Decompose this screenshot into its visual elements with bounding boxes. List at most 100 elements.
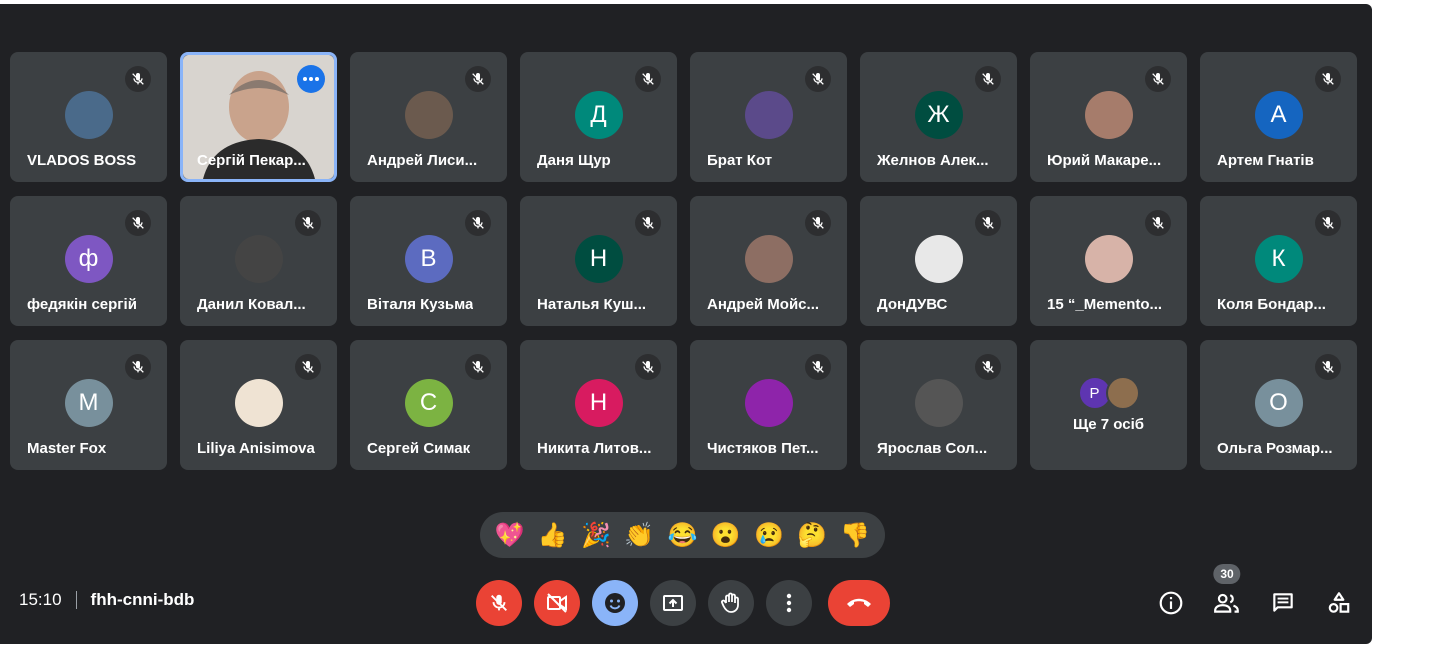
activities-button[interactable] — [1324, 588, 1354, 618]
mic-off-icon — [805, 210, 831, 236]
participant-name: Брат Кот — [707, 152, 773, 169]
mic-off-icon — [1315, 354, 1341, 380]
participant-tile[interactable]: С Сергей Симак — [350, 340, 507, 470]
meeting-details: 15:10 fhh-cnni-bdb — [19, 590, 194, 610]
participant-tile[interactable]: А Артем Гнатів — [1200, 52, 1357, 182]
more-options-button[interactable] — [766, 580, 812, 626]
avatar — [234, 235, 283, 283]
avatar — [744, 91, 793, 139]
emoji-icon — [603, 591, 627, 615]
meet-window: VLADOS BOSS Сергій Пекар... Андрей Лиси...… — [0, 4, 1372, 644]
avatar: Н — [574, 379, 623, 427]
camera-off-icon — [545, 591, 569, 615]
participant-tile[interactable]: ДонДУВС — [860, 196, 1017, 326]
avatar — [404, 91, 453, 139]
participant-name: федякін сергій — [27, 296, 137, 313]
reaction-button[interactable]: 👍 — [535, 517, 571, 553]
leave-call-button[interactable] — [828, 580, 890, 626]
side-controls: 30 — [1156, 564, 1354, 618]
more-participants-tile[interactable]: P Ще 7 осіб — [1030, 340, 1187, 470]
participant-name: Liliya Anisimova — [197, 440, 315, 457]
avatar: Д — [574, 91, 623, 139]
avatar: А — [1254, 91, 1303, 139]
mic-off-icon — [295, 354, 321, 380]
reaction-button[interactable]: 👎 — [837, 517, 873, 553]
participant-tile[interactable]: Андрей Мойс... — [690, 196, 847, 326]
participant-name: Ярослав Сол... — [877, 440, 988, 457]
mic-off-icon — [1145, 210, 1171, 236]
participant-tile[interactable]: Д Даня Щур — [520, 52, 677, 182]
participant-name: Коля Бондар... — [1217, 296, 1326, 313]
avatar — [64, 91, 113, 139]
avatar: В — [404, 235, 453, 283]
participant-tile[interactable]: Чистяков Пет... — [690, 340, 847, 470]
mic-off-button[interactable] — [476, 580, 522, 626]
participant-name: ДонДУВС — [877, 296, 948, 313]
people-icon — [1214, 593, 1239, 613]
participant-tile[interactable]: Н Никита Литов... — [520, 340, 677, 470]
reactions-button[interactable] — [592, 580, 638, 626]
avatar — [914, 379, 963, 427]
meeting-time: 15:10 — [19, 590, 62, 609]
meeting-code: fhh-cnni-bdb — [90, 590, 195, 609]
mic-off-icon — [635, 66, 661, 92]
participant-tile[interactable]: Liliya Anisimova — [180, 340, 337, 470]
participant-grid: VLADOS BOSS Сергій Пекар... Андрей Лиси...… — [10, 52, 1357, 470]
mic-off-icon — [805, 66, 831, 92]
participant-tile[interactable]: Ярослав Сол... — [860, 340, 1017, 470]
reaction-button[interactable]: 🎉 — [578, 517, 614, 553]
more-options-button[interactable] — [297, 65, 325, 93]
mic-off-icon — [635, 354, 661, 380]
avatar — [1105, 376, 1140, 410]
participant-tile[interactable]: 15 “_Memento... — [1030, 196, 1187, 326]
reaction-button[interactable]: 🤔 — [794, 517, 830, 553]
participant-tile[interactable]: Н Наталья Куш... — [520, 196, 677, 326]
camera-off-button[interactable] — [534, 580, 580, 626]
participant-tile[interactable]: Ж Желнов Алек... — [860, 52, 1017, 182]
participant-name: Артем Гнатів — [1217, 152, 1314, 169]
avatar — [744, 235, 793, 283]
avatar: О — [1254, 379, 1303, 427]
reaction-button[interactable]: 💖 — [492, 517, 528, 553]
participant-name: Сергій Пекар... — [197, 152, 306, 169]
reaction-button[interactable]: 😂 — [664, 517, 700, 553]
participant-tile[interactable]: Андрей Лиси... — [350, 52, 507, 182]
participant-tile[interactable]: Данил Ковал... — [180, 196, 337, 326]
divider — [75, 591, 77, 609]
avatar — [234, 379, 283, 427]
mic-off-icon — [125, 354, 151, 380]
reaction-button[interactable]: 👏 — [621, 517, 657, 553]
raise-hand-button[interactable] — [708, 580, 754, 626]
participant-tile[interactable]: M Master Fox — [10, 340, 167, 470]
call-controls — [476, 580, 890, 626]
participant-tile[interactable]: В Віталя Кузьма — [350, 196, 507, 326]
people-button[interactable]: 30 — [1212, 564, 1242, 618]
mic-off-icon — [1315, 66, 1341, 92]
participant-tile[interactable]: Брат Кот — [690, 52, 847, 182]
participant-name: Віталя Кузьма — [367, 296, 474, 313]
mic-off-icon — [975, 210, 1001, 236]
mic-off-icon — [635, 210, 661, 236]
participant-name: Андрей Лиси... — [367, 152, 478, 169]
participant-tile[interactable]: Сергій Пекар... — [180, 52, 337, 182]
avatar: К — [1254, 235, 1303, 283]
participant-name: Желнов Алек... — [877, 152, 989, 169]
mic-off-icon — [465, 210, 491, 236]
participant-tile[interactable]: ф федякін сергій — [10, 196, 167, 326]
participant-tile[interactable]: VLADOS BOSS — [10, 52, 167, 182]
participant-tile[interactable]: Юрий Макаре... — [1030, 52, 1187, 182]
participant-tile[interactable]: К Коля Бондар... — [1200, 196, 1357, 326]
reactions-bar: 💖 👍 🎉 👏 😂 😮 😢 🤔 👎 — [480, 512, 885, 558]
avatar — [1084, 235, 1133, 283]
more-vert-icon — [786, 593, 792, 613]
meeting-info-button[interactable] — [1156, 588, 1186, 618]
chat-button[interactable] — [1268, 588, 1298, 618]
mic-off-icon — [465, 66, 491, 92]
reaction-button[interactable]: 😢 — [751, 517, 787, 553]
mic-off-icon — [805, 354, 831, 380]
reaction-button[interactable]: 😮 — [708, 517, 744, 553]
participant-tile[interactable]: О Ольга Розмар... — [1200, 340, 1357, 470]
present-button[interactable] — [650, 580, 696, 626]
avatar-stack: P — [1077, 376, 1140, 410]
participant-name: Данил Ковал... — [197, 296, 306, 313]
